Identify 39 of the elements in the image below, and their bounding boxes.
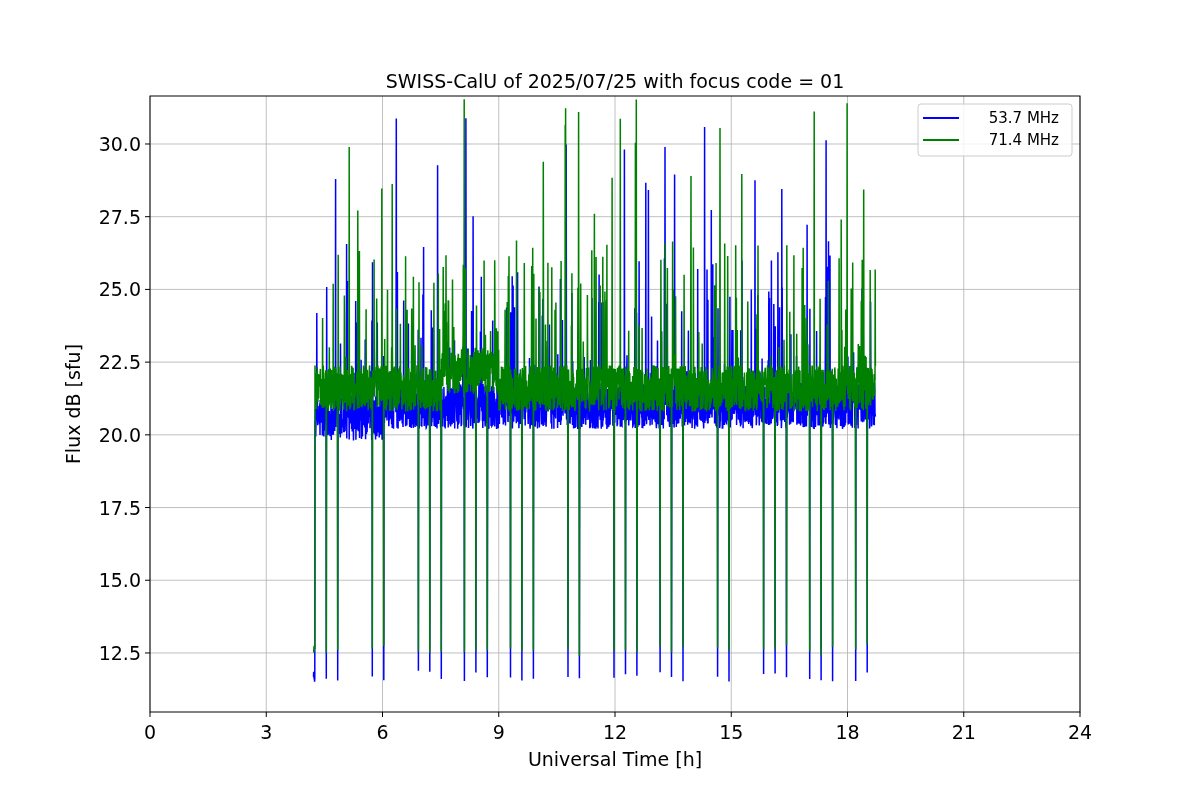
tick-mark xyxy=(265,711,267,718)
tick-mark xyxy=(847,711,848,718)
axis-tick-label: 24 xyxy=(1067,721,1093,743)
tick-mark xyxy=(963,711,965,718)
y-axis-label: Flux dB [sfu] xyxy=(62,343,84,465)
axis-tick-label: 17.5 xyxy=(98,496,141,519)
tick-mark xyxy=(144,652,151,654)
axis-tick-label: 21 xyxy=(951,721,976,743)
legend-label: 53.7 MHz xyxy=(988,109,1059,127)
tick-mark xyxy=(730,711,732,718)
axis-tick-label: 9 xyxy=(492,721,505,743)
axis-tick-label: 27.5 xyxy=(98,205,141,228)
tick-mark xyxy=(149,711,151,718)
axis-tick-label: 3 xyxy=(260,721,273,743)
tick-mark xyxy=(144,507,151,509)
tick-mark xyxy=(144,434,151,436)
axis-tick-label: 12.5 xyxy=(98,641,141,664)
x-axis-label: Universal Time [h] xyxy=(527,748,703,770)
tick-mark xyxy=(144,288,151,290)
axis-tick-label: 30.0 xyxy=(98,133,141,155)
axis-tick-label: 0 xyxy=(143,721,157,743)
legend-label: 71.4 MHz xyxy=(988,131,1059,149)
tick-mark xyxy=(144,143,151,145)
tick-mark xyxy=(144,361,151,363)
tick-mark xyxy=(144,579,151,581)
tick-mark xyxy=(1079,711,1081,718)
axis-tick-label: 6 xyxy=(376,721,389,743)
tick-mark xyxy=(144,216,151,218)
axis-tick-label: 15.0 xyxy=(98,569,141,592)
tick-mark xyxy=(382,711,383,718)
chart-title: SWISS-CalU of 2025/07/25 with focus code = 01 xyxy=(385,70,845,92)
axis-tick-label: 18 xyxy=(835,721,860,743)
axis-tick-label: 12 xyxy=(602,721,628,743)
axis-tick-label: 22.5 xyxy=(98,351,141,374)
axis-tick-label: 15 xyxy=(719,721,744,743)
axis-tick-label: 25.0 xyxy=(98,278,141,301)
tick-mark xyxy=(614,711,616,718)
axis-tick-label: 20.0 xyxy=(98,423,141,446)
tick-mark xyxy=(498,711,500,718)
